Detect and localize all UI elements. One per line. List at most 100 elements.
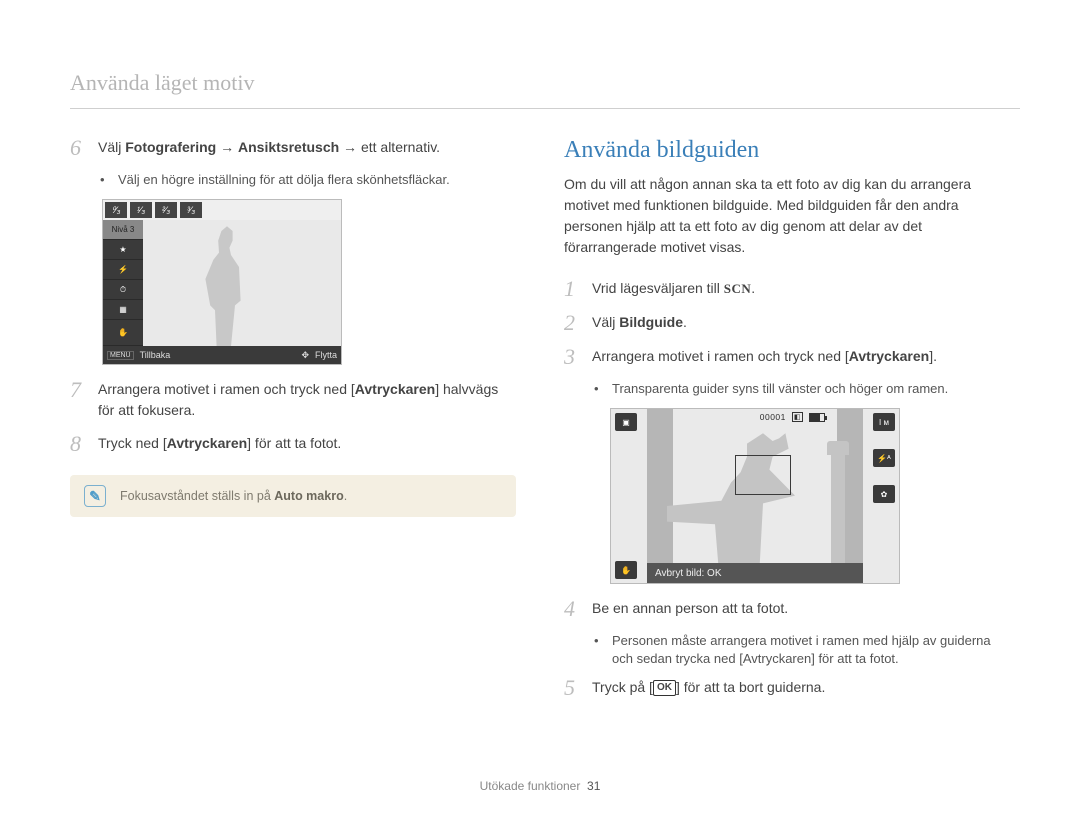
intro-text: Om du vill att någon annan ska ta ett fo… [564, 174, 1010, 258]
step-3: 3 Arrangera motivet i ramen och tryck ne… [564, 346, 1010, 368]
timer-icon: ⏱ [103, 280, 143, 300]
bullet-dot: • [594, 380, 604, 398]
auto-macro-label: Auto makro [274, 489, 343, 503]
bildguide-label: Bildguide [619, 314, 683, 330]
bullet-text: Personen måste arrangera motivet i ramen… [612, 632, 1010, 668]
lcd-side-icons: Nivå 3 ★ ⚡ ⏱ ▦ ✋ [103, 220, 143, 346]
note-box: ✎ Fokusavståndet ställs in på Auto makro… [70, 475, 516, 517]
t: Arrangera motivet i ramen och tryck ned … [592, 348, 849, 364]
retouch-level-chip: ⁰⁄₃ [105, 202, 127, 218]
shot-counter: 00001 [760, 412, 786, 422]
t: Tryck på [ [592, 679, 653, 695]
camera-lcd-frameguide: ▣ 00001 ◧ Avbryt bild: OK I м ⚡ᴬ [610, 408, 900, 584]
t: Välj [592, 314, 619, 330]
streetlamp-silhouette [831, 453, 845, 563]
hand-icon: ✋ [103, 320, 143, 346]
lcd-preview [143, 220, 341, 346]
t: Fokusavståndet ställs in på [120, 489, 274, 503]
t: Vrid lägesväljaren till [592, 280, 724, 296]
columns: 6 Välj Fotografering → Ansiktsretusch → … [70, 137, 1010, 711]
step-number: 5 [564, 677, 582, 699]
page-footer: Utökade funktioner 31 [0, 779, 1080, 793]
step-6: 6 Välj Fotografering → Ansiktsretusch → … [70, 137, 516, 159]
flash-auto-icon: ⚡ᴬ [873, 449, 895, 467]
menu-icon: MENU [107, 351, 134, 360]
lcd-level-label: Nivå 3 [103, 220, 143, 240]
step-2: 2 Välj Bildguide. [564, 312, 1010, 334]
header-rule [70, 108, 1020, 109]
t-bold: Ansiktsretusch [238, 139, 339, 155]
person-silhouette [183, 226, 263, 346]
step-number: 3 [564, 346, 582, 368]
step-4: 4 Be en annan person att ta fotot. [564, 598, 1010, 620]
lcd2-bottom-bar: Avbryt bild: OK [647, 563, 863, 583]
step-5-text: Tryck på [OK] för att ta bort guiderna. [592, 677, 1010, 698]
step-2-text: Välj Bildguide. [592, 312, 1010, 333]
photographer-silhouette [667, 433, 827, 563]
frameguide-icon: ▣ [615, 413, 637, 431]
step-number: 1 [564, 278, 582, 300]
back-label: Tillbaka [140, 350, 171, 360]
macro-icon: ✿ [873, 485, 895, 503]
battery-icon [809, 413, 825, 422]
lcd2-top-status: 00001 ◧ [760, 412, 825, 422]
step-number: 8 [70, 433, 88, 455]
transparent-guide-left [647, 409, 673, 563]
camera-lcd-face-retouch: ⁰⁄₃ ¹⁄₃ ²⁄₃ ³⁄₃ Nivå 3 ★ ⚡ ⏱ ▦ ✋ [102, 199, 342, 365]
bullet-text: Välj en högre inställning för att dölja … [118, 171, 450, 189]
step-8: 8 Tryck ned [Avtryckaren] för att ta fot… [70, 433, 516, 455]
bullet-text: Transparenta guider syns till vänster oc… [612, 380, 948, 398]
lcd2-preview: 00001 ◧ Avbryt bild: OK [647, 409, 863, 583]
step-number: 6 [70, 137, 88, 159]
retouch-level-chip: ³⁄₃ [180, 202, 202, 218]
t: ] för att ta fotot. [247, 435, 341, 451]
t: ett alternativ. [361, 139, 440, 155]
right-column: Använda bildguiden Om du vill att någon … [564, 137, 1010, 711]
step-number: 2 [564, 312, 582, 334]
step-5: 5 Tryck på [OK] för att ta bort guiderna… [564, 677, 1010, 699]
focus-box [735, 455, 791, 495]
step-1-text: Vrid lägesväljaren till SCN. [592, 278, 1010, 299]
dis-icon: ✋ [615, 561, 637, 579]
t: Välj [98, 139, 125, 155]
ok-button-label: OK [653, 680, 676, 696]
move-icon: ✥ [301, 350, 309, 361]
shutter-label: Avtryckaren [167, 435, 247, 451]
bullet-dot: • [100, 171, 110, 189]
grid-icon: ▦ [103, 300, 143, 320]
t: → [339, 139, 361, 155]
lcd2-right-icons: I м ⚡ᴬ ✿ [863, 409, 899, 583]
size-icon: I м [873, 413, 895, 431]
retouch-level-chip: ¹⁄₃ [130, 202, 152, 218]
star-icon: ★ [103, 240, 143, 260]
bullet-dot: • [594, 632, 604, 668]
step-7-text: Arrangera motivet i ramen och tryck ned … [98, 379, 516, 421]
step-1: 1 Vrid lägesväljaren till SCN. [564, 278, 1010, 300]
lcd-top-icons: ⁰⁄₃ ¹⁄₃ ²⁄₃ ³⁄₃ [103, 200, 341, 220]
left-column: 6 Välj Fotografering → Ansiktsretusch → … [70, 137, 516, 711]
move-label: Flytta [315, 350, 337, 360]
shutter-label: Avtryckaren [355, 381, 435, 397]
step-4-bullet: • Personen måste arrangera motivet i ram… [594, 632, 1010, 668]
t: . [751, 280, 755, 296]
lcd-bottom-bar: MENU Tillbaka ✥ Flytta [103, 346, 341, 364]
page-number: 31 [587, 779, 600, 793]
t: Tryck ned [ [98, 435, 167, 451]
t-bold: Fotografering [125, 139, 216, 155]
scn-mode-label: SCN [724, 279, 752, 299]
t: . [344, 489, 347, 503]
step-6-text: Välj Fotografering → Ansiktsretusch → et… [98, 137, 516, 158]
step-number: 4 [564, 598, 582, 620]
note-text: Fokusavståndet ställs in på Auto makro. [120, 489, 347, 503]
t: ] för att ta fotot. [811, 651, 898, 666]
step-7: 7 Arrangera motivet i ramen och tryck ne… [70, 379, 516, 421]
t: ] för att ta bort guiderna. [676, 679, 825, 695]
note-icon: ✎ [84, 485, 106, 507]
sd-icon: ◧ [792, 412, 803, 422]
step-number: 7 [70, 379, 88, 401]
retouch-level-chip: ²⁄₃ [155, 202, 177, 218]
flash-icon: ⚡ [103, 260, 143, 280]
page-header: Använda läget motiv [70, 70, 1010, 96]
cancel-label: Avbryt bild: OK [655, 568, 722, 579]
t: → [216, 139, 238, 155]
